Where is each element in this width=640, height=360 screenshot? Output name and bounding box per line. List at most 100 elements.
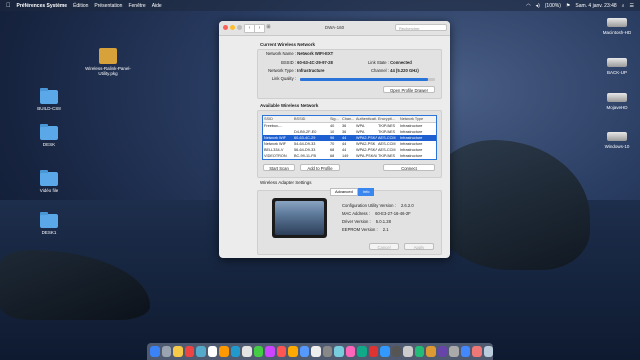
menu-window[interactable]: Fenêtre — [128, 3, 145, 9]
dock-app-icon[interactable] — [288, 346, 298, 357]
dock-app-icon[interactable] — [265, 346, 275, 357]
connect-button[interactable]: Connect — [383, 164, 435, 171]
dock-app-icon[interactable] — [449, 346, 459, 357]
channel-value: 44 (5.220 GHz) — [390, 68, 419, 73]
link-quality-bar — [300, 78, 435, 81]
wifi-icon[interactable]: ◠ — [526, 3, 530, 9]
link-quality-fill — [300, 78, 429, 81]
link-state-row: Link State : Connected — [368, 60, 412, 65]
dock — [147, 343, 493, 360]
dock-app-icon[interactable] — [437, 346, 447, 357]
desktop-icon-mojave[interactable]: MojaveHD — [594, 93, 640, 110]
dock-app-icon[interactable] — [472, 346, 482, 357]
status-area: ◠ ◂) (100%) ⚑ Sam. 4 janv. 23:48 ⌕ ☰ — [526, 0, 634, 11]
column-network-type[interactable]: Network Type — [399, 116, 436, 122]
dock-app-icon[interactable] — [368, 346, 378, 357]
desktop-icon-desk[interactable]: DESK — [26, 124, 72, 147]
link-quality-row: Link Quality : — [262, 76, 296, 81]
cell-signal: 68 — [330, 154, 335, 158]
column-bssid[interactable]: BSSID — [293, 116, 329, 122]
start-scan-button[interactable]: Start Scan — [263, 164, 295, 171]
table-row[interactable]: VIDEOTRON BC-99-11-FB 68 149 WPA-PSK/WPTKIP/… — [263, 153, 436, 159]
config-version-value: 2.6.2.0 — [400, 203, 414, 208]
mac-label: MAC Address : — [342, 211, 370, 216]
hard-disk-icon — [607, 58, 627, 67]
flag-icon[interactable]: ⚑ — [566, 3, 570, 9]
network-name-value: Network WIFI-EXT — [297, 51, 334, 56]
hard-disk-icon — [607, 93, 627, 102]
cell-encryption: TKIP/AES — [378, 154, 396, 158]
networks-table[interactable]: SSID BSSID Sig... Chan... Authenticati..… — [262, 115, 437, 160]
dock-app-icon[interactable] — [483, 346, 493, 357]
volume-icon[interactable]: ◂) — [536, 3, 540, 9]
open-profile-drawer-button[interactable]: Open Profile Drawer — [383, 86, 435, 93]
dock-app-icon[interactable] — [334, 346, 344, 357]
dock-app-icon[interactable] — [276, 346, 286, 357]
bssid-value: 60-63-4C-29-97-28 — [297, 60, 333, 65]
cell-channel: 149 — [342, 154, 349, 158]
dock-app-icon[interactable] — [426, 346, 436, 357]
column-ssid[interactable]: SSID — [263, 116, 293, 122]
dock-app-icon[interactable] — [253, 346, 263, 357]
apple-menu-icon[interactable]:  — [6, 3, 11, 9]
desktop-icon-label: DESK — [42, 142, 56, 147]
dock-app-icon[interactable] — [322, 346, 332, 357]
driver-value: 5.0.1.28 — [375, 219, 391, 224]
product-image — [272, 198, 327, 238]
dock-app-icon[interactable] — [196, 346, 206, 357]
dock-app-icon[interactable] — [403, 346, 413, 357]
dock-app-icon[interactable] — [299, 346, 309, 357]
folder-icon — [40, 170, 58, 186]
menu-help[interactable]: Aide — [152, 3, 162, 9]
dock-app-icon[interactable] — [311, 346, 321, 357]
search-icon[interactable]: ⌕ — [622, 3, 625, 9]
dock-app-icon[interactable] — [184, 346, 194, 357]
desktop-icon-macintosh-hd[interactable]: Macintosh-HD — [594, 18, 640, 35]
eeprom-label: EEPROM Version : — [342, 227, 378, 232]
tab-advanced[interactable]: Advanced — [330, 188, 358, 196]
column-authentication[interactable]: Authenticati... — [355, 116, 377, 122]
menu-view[interactable]: Présentation — [94, 3, 122, 9]
dock-app-icon[interactable] — [414, 346, 424, 357]
hard-disk-icon — [607, 132, 627, 141]
desktop-icon-pkg[interactable]: Wireless-Ralink-Panel-Utility.pkg — [85, 48, 131, 76]
apply-button[interactable]: Apply — [404, 243, 434, 250]
dock-app-icon[interactable] — [460, 346, 470, 357]
network-type-label: Network Type : — [268, 68, 296, 73]
dock-app-icon[interactable] — [380, 346, 390, 357]
menu-app[interactable]: Préférences Système — [17, 3, 68, 9]
menu-bar:  Préférences Système Édition Présentati… — [0, 0, 640, 11]
dock-app-icon[interactable] — [161, 346, 171, 357]
tab-info[interactable]: Info — [357, 188, 375, 196]
desktop-icon-windows[interactable]: Windows-10 — [594, 132, 640, 149]
dock-app-icon[interactable] — [230, 346, 240, 357]
desktop-icon-desk1[interactable]: DESK1 — [26, 212, 72, 235]
battery-text[interactable]: (100%) — [545, 3, 561, 9]
dock-app-icon[interactable] — [391, 346, 401, 357]
search-input[interactable]: Rechercher — [395, 24, 447, 31]
folder-icon — [40, 124, 58, 140]
table-header: SSID BSSID Sig... Chan... Authenticati..… — [263, 116, 436, 123]
cancel-button[interactable]: Cancel — [369, 243, 399, 250]
dock-app-icon[interactable] — [242, 346, 252, 357]
add-to-profile-button[interactable]: Add to Profile — [300, 164, 340, 171]
column-channel[interactable]: Chan... — [341, 116, 355, 122]
menu-list-icon[interactable]: ☰ — [630, 3, 634, 9]
desktop-icon-video[interactable]: Vidéo file — [26, 170, 72, 193]
desktop-icon-label: MojaveHD — [606, 105, 628, 110]
config-version-label: Configuration Utility Version : — [342, 203, 396, 208]
folder-icon — [40, 212, 58, 228]
dock-app-icon[interactable] — [207, 346, 217, 357]
clock[interactable]: Sam. 4 janv. 23:48 — [575, 3, 616, 9]
dock-app-icon[interactable] — [173, 346, 183, 357]
desktop-icon-build[interactable]: BUILD-CS8 — [26, 88, 72, 111]
dock-app-icon[interactable] — [150, 346, 160, 357]
menu-edit[interactable]: Édition — [73, 3, 88, 9]
dock-app-icon[interactable] — [345, 346, 355, 357]
column-encryption[interactable]: Encrypti... — [377, 116, 399, 122]
desktop-icon-backup[interactable]: BACK-UP — [594, 58, 640, 75]
dock-app-icon[interactable] — [219, 346, 229, 357]
window-titlebar[interactable]: ‹ › ⊞ DWA-160 Rechercher — [219, 21, 450, 36]
column-signal[interactable]: Sig... — [329, 116, 341, 122]
dock-app-icon[interactable] — [357, 346, 367, 357]
